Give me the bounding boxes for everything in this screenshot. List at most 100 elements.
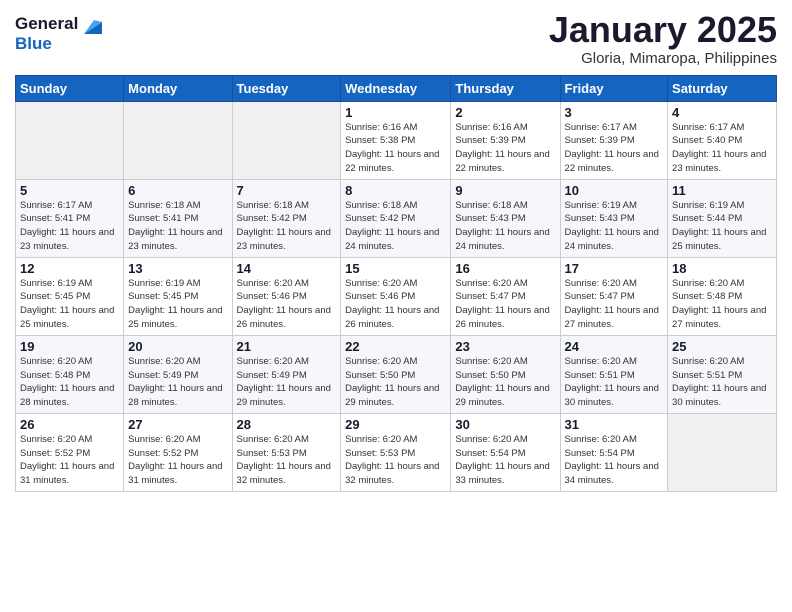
- calendar-cell: 20Sunrise: 6:20 AM Sunset: 5:49 PM Dayli…: [124, 335, 232, 413]
- calendar-cell: 10Sunrise: 6:19 AM Sunset: 5:43 PM Dayli…: [560, 179, 668, 257]
- calendar-cell: 4Sunrise: 6:17 AM Sunset: 5:40 PM Daylig…: [668, 101, 777, 179]
- calendar-cell: 12Sunrise: 6:19 AM Sunset: 5:45 PM Dayli…: [16, 257, 124, 335]
- day-number: 23: [455, 339, 555, 354]
- calendar-cell: [232, 101, 341, 179]
- day-info: Sunrise: 6:20 AM Sunset: 5:49 PM Dayligh…: [128, 355, 227, 410]
- calendar-cell: 29Sunrise: 6:20 AM Sunset: 5:53 PM Dayli…: [341, 413, 451, 491]
- day-number: 20: [128, 339, 227, 354]
- calendar-cell: 2Sunrise: 6:16 AM Sunset: 5:39 PM Daylig…: [451, 101, 560, 179]
- header-thursday: Thursday: [451, 75, 560, 101]
- day-info: Sunrise: 6:20 AM Sunset: 5:46 PM Dayligh…: [237, 277, 337, 332]
- day-info: Sunrise: 6:20 AM Sunset: 5:48 PM Dayligh…: [20, 355, 119, 410]
- day-info: Sunrise: 6:20 AM Sunset: 5:54 PM Dayligh…: [565, 433, 664, 488]
- calendar-cell: 24Sunrise: 6:20 AM Sunset: 5:51 PM Dayli…: [560, 335, 668, 413]
- day-info: Sunrise: 6:20 AM Sunset: 5:51 PM Dayligh…: [565, 355, 664, 410]
- calendar-cell: 5Sunrise: 6:17 AM Sunset: 5:41 PM Daylig…: [16, 179, 124, 257]
- calendar-week-row: 26Sunrise: 6:20 AM Sunset: 5:52 PM Dayli…: [16, 413, 777, 491]
- calendar-week-row: 12Sunrise: 6:19 AM Sunset: 5:45 PM Dayli…: [16, 257, 777, 335]
- day-info: Sunrise: 6:20 AM Sunset: 5:49 PM Dayligh…: [237, 355, 337, 410]
- day-info: Sunrise: 6:20 AM Sunset: 5:50 PM Dayligh…: [455, 355, 555, 410]
- day-number: 15: [345, 261, 446, 276]
- logo-icon: [84, 16, 102, 34]
- calendar-cell: 23Sunrise: 6:20 AM Sunset: 5:50 PM Dayli…: [451, 335, 560, 413]
- day-number: 6: [128, 183, 227, 198]
- calendar-week-row: 1Sunrise: 6:16 AM Sunset: 5:38 PM Daylig…: [16, 101, 777, 179]
- calendar-cell: 16Sunrise: 6:20 AM Sunset: 5:47 PM Dayli…: [451, 257, 560, 335]
- day-info: Sunrise: 6:18 AM Sunset: 5:41 PM Dayligh…: [128, 199, 227, 254]
- day-number: 17: [565, 261, 664, 276]
- day-number: 5: [20, 183, 119, 198]
- calendar-cell: 31Sunrise: 6:20 AM Sunset: 5:54 PM Dayli…: [560, 413, 668, 491]
- calendar-cell: 21Sunrise: 6:20 AM Sunset: 5:49 PM Dayli…: [232, 335, 341, 413]
- day-number: 14: [237, 261, 337, 276]
- day-number: 9: [455, 183, 555, 198]
- title-section: January 2025 Gloria, Mimaropa, Philippin…: [549, 10, 777, 67]
- header: General Blue January 2025 Gloria, Mimaro…: [15, 10, 777, 67]
- day-number: 4: [672, 105, 772, 120]
- day-number: 22: [345, 339, 446, 354]
- day-number: 26: [20, 417, 119, 432]
- header-saturday: Saturday: [668, 75, 777, 101]
- day-number: 13: [128, 261, 227, 276]
- calendar-cell: 17Sunrise: 6:20 AM Sunset: 5:47 PM Dayli…: [560, 257, 668, 335]
- day-info: Sunrise: 6:20 AM Sunset: 5:47 PM Dayligh…: [455, 277, 555, 332]
- calendar-cell: 28Sunrise: 6:20 AM Sunset: 5:53 PM Dayli…: [232, 413, 341, 491]
- day-info: Sunrise: 6:16 AM Sunset: 5:39 PM Dayligh…: [455, 121, 555, 176]
- day-info: Sunrise: 6:18 AM Sunset: 5:42 PM Dayligh…: [345, 199, 446, 254]
- day-info: Sunrise: 6:20 AM Sunset: 5:50 PM Dayligh…: [345, 355, 446, 410]
- day-number: 2: [455, 105, 555, 120]
- day-info: Sunrise: 6:20 AM Sunset: 5:53 PM Dayligh…: [345, 433, 446, 488]
- calendar-cell: [124, 101, 232, 179]
- day-number: 28: [237, 417, 337, 432]
- day-info: Sunrise: 6:20 AM Sunset: 5:53 PM Dayligh…: [237, 433, 337, 488]
- logo: General Blue: [15, 14, 102, 53]
- day-number: 3: [565, 105, 664, 120]
- calendar-cell: 26Sunrise: 6:20 AM Sunset: 5:52 PM Dayli…: [16, 413, 124, 491]
- calendar-cell: 27Sunrise: 6:20 AM Sunset: 5:52 PM Dayli…: [124, 413, 232, 491]
- day-info: Sunrise: 6:17 AM Sunset: 5:41 PM Dayligh…: [20, 199, 119, 254]
- calendar-header-row: Sunday Monday Tuesday Wednesday Thursday…: [16, 75, 777, 101]
- day-info: Sunrise: 6:20 AM Sunset: 5:52 PM Dayligh…: [20, 433, 119, 488]
- day-info: Sunrise: 6:16 AM Sunset: 5:38 PM Dayligh…: [345, 121, 446, 176]
- calendar-cell: 9Sunrise: 6:18 AM Sunset: 5:43 PM Daylig…: [451, 179, 560, 257]
- day-info: Sunrise: 6:20 AM Sunset: 5:48 PM Dayligh…: [672, 277, 772, 332]
- calendar-cell: 25Sunrise: 6:20 AM Sunset: 5:51 PM Dayli…: [668, 335, 777, 413]
- day-info: Sunrise: 6:19 AM Sunset: 5:45 PM Dayligh…: [20, 277, 119, 332]
- calendar-cell: 30Sunrise: 6:20 AM Sunset: 5:54 PM Dayli…: [451, 413, 560, 491]
- day-info: Sunrise: 6:19 AM Sunset: 5:45 PM Dayligh…: [128, 277, 227, 332]
- calendar-cell: 13Sunrise: 6:19 AM Sunset: 5:45 PM Dayli…: [124, 257, 232, 335]
- day-number: 11: [672, 183, 772, 198]
- calendar-cell: [16, 101, 124, 179]
- day-info: Sunrise: 6:18 AM Sunset: 5:43 PM Dayligh…: [455, 199, 555, 254]
- calendar-table: Sunday Monday Tuesday Wednesday Thursday…: [15, 75, 777, 492]
- day-info: Sunrise: 6:20 AM Sunset: 5:46 PM Dayligh…: [345, 277, 446, 332]
- calendar-cell: 11Sunrise: 6:19 AM Sunset: 5:44 PM Dayli…: [668, 179, 777, 257]
- day-number: 27: [128, 417, 227, 432]
- day-number: 19: [20, 339, 119, 354]
- day-number: 18: [672, 261, 772, 276]
- day-number: 25: [672, 339, 772, 354]
- day-number: 8: [345, 183, 446, 198]
- header-tuesday: Tuesday: [232, 75, 341, 101]
- day-info: Sunrise: 6:17 AM Sunset: 5:40 PM Dayligh…: [672, 121, 772, 176]
- calendar-week-row: 19Sunrise: 6:20 AM Sunset: 5:48 PM Dayli…: [16, 335, 777, 413]
- header-wednesday: Wednesday: [341, 75, 451, 101]
- day-info: Sunrise: 6:19 AM Sunset: 5:43 PM Dayligh…: [565, 199, 664, 254]
- day-number: 16: [455, 261, 555, 276]
- day-number: 21: [237, 339, 337, 354]
- logo-text: General Blue: [15, 14, 102, 53]
- calendar-cell: 15Sunrise: 6:20 AM Sunset: 5:46 PM Dayli…: [341, 257, 451, 335]
- day-number: 31: [565, 417, 664, 432]
- day-number: 10: [565, 183, 664, 198]
- month-title: January 2025: [549, 10, 777, 50]
- header-friday: Friday: [560, 75, 668, 101]
- header-sunday: Sunday: [16, 75, 124, 101]
- calendar-cell: 7Sunrise: 6:18 AM Sunset: 5:42 PM Daylig…: [232, 179, 341, 257]
- day-number: 30: [455, 417, 555, 432]
- calendar-cell: 22Sunrise: 6:20 AM Sunset: 5:50 PM Dayli…: [341, 335, 451, 413]
- calendar-cell: 1Sunrise: 6:16 AM Sunset: 5:38 PM Daylig…: [341, 101, 451, 179]
- day-number: 12: [20, 261, 119, 276]
- calendar-cell: 6Sunrise: 6:18 AM Sunset: 5:41 PM Daylig…: [124, 179, 232, 257]
- location-subtitle: Gloria, Mimaropa, Philippines: [549, 50, 777, 67]
- day-number: 7: [237, 183, 337, 198]
